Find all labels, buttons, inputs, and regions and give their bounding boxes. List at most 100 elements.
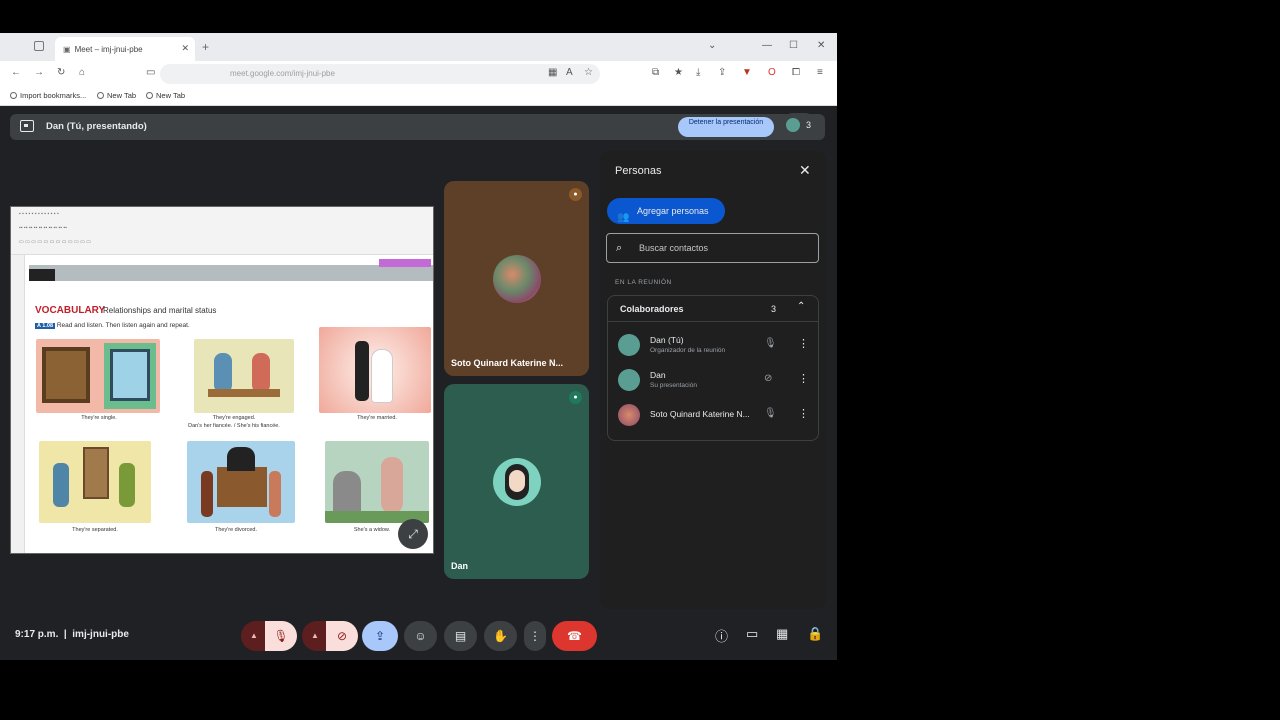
meeting-code: imj-jnui-pbe [72, 629, 129, 640]
avatar [618, 369, 640, 391]
add-person-icon: 👥 [617, 212, 630, 223]
emoji-button[interactable]: ☺ [404, 621, 437, 651]
vocab-subtitle: Relationships and marital status [103, 306, 217, 315]
extension-icon[interactable]: ▼ [742, 67, 752, 78]
panel-title: Personas [615, 165, 662, 177]
host-controls-icon[interactable]: 🔒 [807, 626, 823, 642]
menu-icon[interactable]: ≡ [817, 67, 823, 78]
import-icon [10, 92, 17, 99]
close-window-icon[interactable]: ✕ [817, 40, 825, 51]
back-icon[interactable]: ← [11, 67, 21, 78]
camera-toggle-button[interactable]: ⊘ [326, 621, 358, 651]
collections-icon[interactable]: ⧉ [652, 67, 659, 78]
more-options-icon[interactable]: ⋮ [798, 372, 809, 385]
home-icon[interactable]: ⌂ [79, 67, 85, 78]
opera-icon[interactable]: O [768, 67, 776, 78]
presenting-label: Dan (Tú, presentando) [46, 121, 147, 132]
married-picture [319, 327, 431, 413]
activities-icon[interactable]: ▦ [776, 626, 788, 642]
caption-separated: They're separated. [72, 527, 118, 533]
participant-avatar [493, 255, 541, 303]
expand-icon[interactable]: ⤢ [398, 519, 428, 549]
more-options-icon[interactable]: ⋮ [798, 337, 809, 350]
browser-tab[interactable]: ▣ Meet – imj-jnui-pbe ✕ [55, 37, 195, 61]
raise-hand-button[interactable]: ✋ [484, 621, 517, 651]
screen-share-off-icon[interactable]: ⊘ [764, 373, 772, 384]
presentation-bar: Dan (Tú, presentando) Detener la present… [10, 114, 825, 140]
present-button[interactable]: ⇪ [362, 621, 398, 651]
chat-icon[interactable]: ▭ [746, 626, 758, 642]
reload-icon[interactable]: ↻ [57, 67, 65, 78]
people-count-button[interactable]: 3 [780, 113, 818, 139]
app-ribbon: ▪ ▪ ▪ ▪ ▪ ▪ ▪ ▪ ▪ ▪ ▪ ▪ ▪ ▪▪ ▪▪ ▪▪ ▪▪ ▪▪… [11, 207, 433, 255]
avatar [618, 404, 640, 426]
participant-row[interactable]: Dan Su presentación ⊘ ⋮ [608, 363, 818, 397]
participant-row[interactable]: Dan (Tú) Organizador de la reunión 🎙 ⋮ [608, 328, 818, 362]
mic-off-icon: ● [569, 188, 582, 201]
mic-toggle-button[interactable]: 🎙 [265, 621, 297, 651]
globe-icon [146, 92, 153, 99]
chevron-down-icon[interactable]: ⌄ [708, 40, 716, 51]
bookmarks-bar: Import bookmarks... New Tab New Tab [0, 87, 837, 106]
camera-icon: ▣ [63, 44, 71, 54]
app-sidebar [11, 255, 25, 553]
new-tab-icon[interactable]: + [202, 40, 209, 54]
widow-picture [325, 441, 429, 523]
more-options-button[interactable]: ⋮ [524, 621, 546, 651]
screen: ▣ Meet – imj-jnui-pbe ✕ + ⌄ — ☐ ✕ ← → ↻ … [0, 0, 1280, 720]
share-icon[interactable]: ⇪ [718, 67, 726, 78]
search-icon: ⌕ [616, 242, 623, 254]
people-icon [786, 118, 800, 132]
mic-off-icon[interactable]: 🎙 [764, 408, 777, 419]
slide-tag [379, 259, 431, 267]
in-meeting-label: EN LA REUNIÓN [615, 279, 672, 286]
star-icon[interactable]: ☆ [584, 67, 593, 78]
leave-call-button[interactable]: ☎ [552, 621, 597, 651]
shared-screen: ▪ ▪ ▪ ▪ ▪ ▪ ▪ ▪ ▪ ▪ ▪ ▪ ▪ ▪▪ ▪▪ ▪▪ ▪▪ ▪▪… [10, 206, 434, 554]
favorites-icon[interactable]: ★ [674, 67, 683, 78]
search-contacts-input[interactable]: ⌕ Buscar contactos [606, 233, 819, 263]
caption-married: They're married. [357, 415, 397, 421]
more-options-icon[interactable]: ⋮ [798, 407, 809, 420]
sidebar-icon[interactable]: ▭ [146, 67, 155, 78]
browser-window: ▣ Meet – imj-jnui-pbe ✕ + ⌄ — ☐ ✕ ← → ↻ … [0, 33, 837, 660]
engaged-picture [194, 339, 294, 413]
maximize-icon[interactable]: ☐ [789, 40, 798, 51]
bookmark-new-tab-1[interactable]: New Tab [97, 91, 136, 100]
close-icon[interactable]: ✕ [799, 162, 811, 179]
collaborators-header[interactable]: Colaboradores 3 ⌃ [608, 296, 818, 322]
audio-options-chevron[interactable]: ▲ [241, 621, 267, 651]
bookmark-import[interactable]: Import bookmarks... [10, 91, 86, 100]
add-people-button[interactable]: 👥 Agregar personas [607, 198, 725, 224]
navigation-bar: ← → ↻ ⌂ ▭ meet.google.com/imj-jnui-pbe ▦… [0, 61, 837, 87]
captions-button[interactable]: ▤ [444, 621, 477, 651]
participant-row[interactable]: Soto Quinard Katerine N... 🎙 ⋮ [608, 398, 818, 432]
vocab-instruction: A 1.08 Read and listen. Then listen agai… [35, 322, 190, 329]
bookmark-new-tab-2[interactable]: New Tab [146, 91, 185, 100]
video-options-chevron[interactable]: ▲ [302, 621, 328, 651]
separated-picture [39, 441, 151, 523]
url-text: meet.google.com/imj-jnui-pbe [230, 69, 335, 78]
close-tab-icon[interactable]: ✕ [181, 43, 189, 54]
caption-single: They're single. [81, 415, 117, 421]
translate-icon[interactable]: A [566, 67, 573, 78]
extensions-icon[interactable]: ⧠ [792, 67, 800, 78]
chevron-up-icon[interactable]: ⌃ [797, 301, 805, 312]
address-bar[interactable]: meet.google.com/imj-jnui-pbe [160, 64, 600, 84]
mic-off-icon[interactable]: 🎙 [764, 338, 777, 349]
tab-actions-icon[interactable] [34, 41, 44, 51]
mic-off-icon: ● [569, 391, 582, 404]
collaborators-group: Colaboradores 3 ⌃ Dan (Tú) Organizador d… [607, 295, 819, 441]
downloads-icon[interactable]: ⤓ [696, 67, 700, 78]
participant-tile-dan[interactable]: ● Dan [444, 384, 589, 579]
forward-icon[interactable]: → [34, 67, 44, 78]
minimize-icon[interactable]: — [762, 40, 772, 51]
stop-presenting-button[interactable]: Detener la presentación [678, 117, 774, 137]
people-panel: Personas ✕ 👥 Agregar personas ⌕ Buscar c… [600, 151, 826, 609]
info-icon[interactable]: ⓘ [715, 626, 728, 645]
participant-avatar [493, 458, 541, 506]
grid-icon[interactable]: ▦ [548, 67, 557, 78]
single-picture [36, 339, 160, 413]
vocab-title: VOCABULARY [35, 305, 106, 316]
participant-tile-soto[interactable]: ● Soto Quinard Katerine N... [444, 181, 589, 376]
